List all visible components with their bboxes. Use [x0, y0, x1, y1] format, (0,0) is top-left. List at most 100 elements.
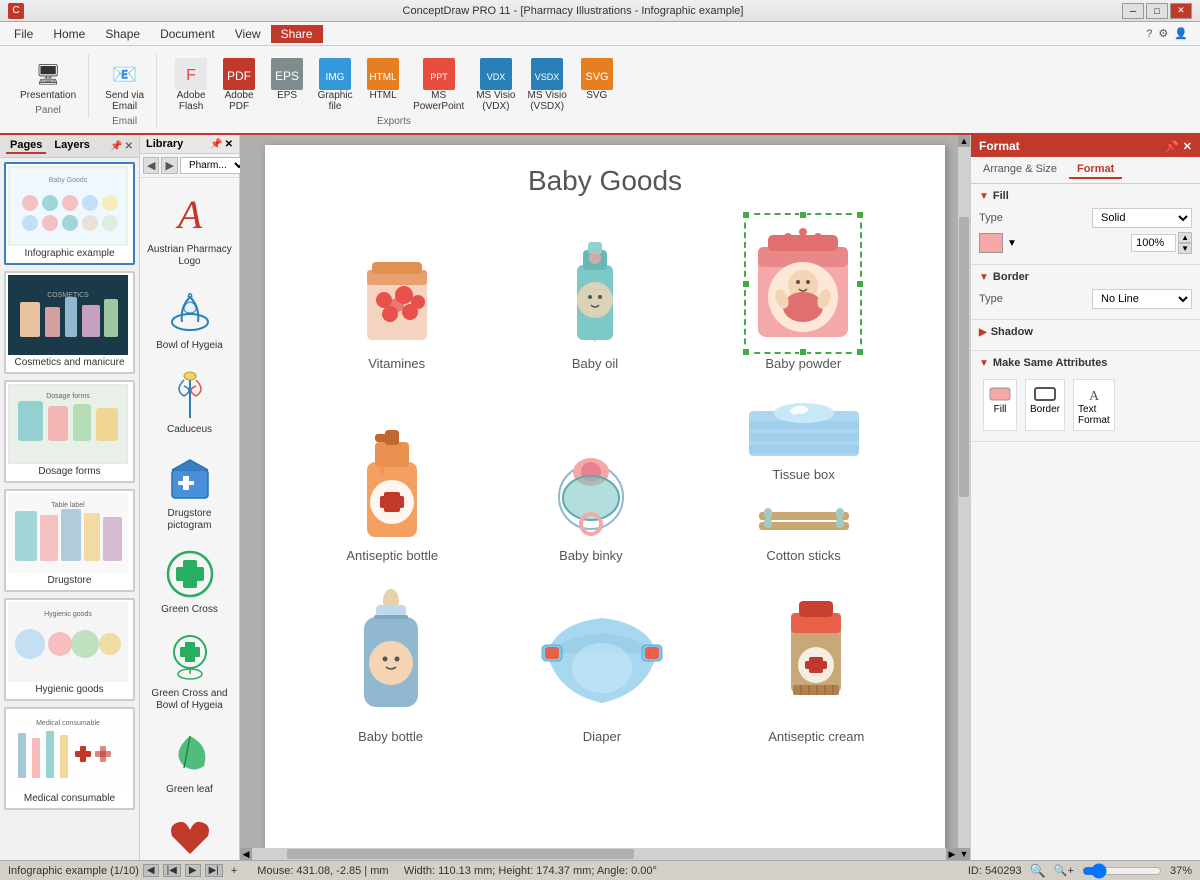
page-thumb-img-medical: Medical consumable	[8, 711, 128, 791]
ribbon-btn-ms-visio-vdx[interactable]: VDX MS Visio(VDX)	[472, 56, 519, 114]
panel-group-label: Panel	[35, 105, 61, 116]
fill-section-header[interactable]: ▼ Fill	[979, 190, 1192, 202]
ribbon-btn-adobe-flash[interactable]: F AdobeFlash	[169, 56, 213, 114]
panel-pin-icon[interactable]: 📌	[110, 141, 122, 152]
svg-text:A: A	[174, 192, 202, 237]
page-thumb-infographic[interactable]: Baby Goods Infographic exampl	[4, 162, 135, 265]
fill-color-dropdown-icon[interactable]: ▼	[1007, 238, 1017, 249]
vitamines-label: Vitamines	[368, 356, 425, 371]
fill-opacity-control: ▲ ▼	[1131, 232, 1192, 254]
library-item-drugstore-pic[interactable]: Drugstore pictogram	[145, 446, 235, 534]
page-thumb-medical[interactable]: Medical consumable Medical consumable	[4, 707, 135, 810]
item-antiseptic-cream[interactable]: Antiseptic cream	[768, 593, 864, 744]
close-button[interactable]: ✕	[1170, 3, 1192, 19]
opacity-up-btn[interactable]: ▲	[1178, 232, 1192, 243]
ribbon-btn-graphic[interactable]: IMG Graphicfile	[313, 56, 357, 114]
border-type-row: Type No Line Solid Dashed	[979, 289, 1192, 309]
opacity-down-btn[interactable]: ▼	[1178, 243, 1192, 254]
menu-home[interactable]: Home	[43, 25, 95, 43]
baby-bottle-label: Baby bottle	[358, 729, 423, 744]
library-item-green-cross[interactable]: Green Cross	[145, 542, 235, 618]
menu-document[interactable]: Document	[150, 25, 225, 43]
ribbon-group-exports: F AdobeFlash PDF AdobePDF EPS EPS	[161, 54, 627, 129]
fill-opacity-input[interactable]	[1131, 234, 1176, 252]
email-group-label: Email	[112, 116, 137, 127]
library-dropdown[interactable]: Pharm...	[180, 157, 248, 174]
shadow-arrow-icon: ▶	[979, 327, 987, 338]
menu-shape[interactable]: Shape	[95, 25, 150, 43]
library-item-austrian[interactable]: A Austrian Pharmacy Logo	[145, 182, 235, 270]
make-same-fill-btn[interactable]: Fill	[983, 379, 1017, 431]
adobe-flash-icon: F	[175, 58, 207, 90]
item-diaper[interactable]: Diaper	[537, 603, 667, 744]
border-type-select[interactable]: No Line Solid Dashed	[1092, 289, 1192, 309]
make-same-border-label: Border	[1030, 404, 1060, 415]
ribbon-btn-html[interactable]: HTML HTML	[361, 56, 405, 103]
item-baby-binky[interactable]: Baby binky	[541, 442, 641, 563]
minimize-button[interactable]: ─	[1122, 3, 1144, 19]
ribbon-btn-send-email[interactable]: 📧 Send viaEmail	[101, 56, 148, 114]
ribbon-btn-presentation[interactable]: 🖥 Presentation	[16, 56, 80, 103]
make-same-section-header[interactable]: ▼ Make Same Attributes	[979, 357, 1192, 369]
item-baby-oil[interactable]: Baby oil	[555, 220, 635, 371]
page-thumb-hygienic[interactable]: Hygienic goods Hygienic goods	[4, 598, 135, 701]
panel-close-icon[interactable]: ✕	[125, 141, 133, 152]
item-antiseptic-bottle[interactable]: Antiseptic bottle	[346, 412, 438, 563]
fill-type-label: Type	[979, 212, 1003, 224]
help-icon[interactable]: ?	[1146, 28, 1152, 40]
library-close-icon[interactable]: ✕	[225, 139, 233, 150]
fill-color-row: ▼ ▲ ▼	[979, 232, 1192, 254]
page-thumb-drugstore[interactable]: Table label Drugstore	[4, 489, 135, 592]
item-baby-bottle[interactable]: Baby bottle	[346, 583, 436, 744]
menu-file[interactable]: File	[4, 25, 43, 43]
menu-view[interactable]: View	[225, 25, 271, 43]
green-cross-label: Green Cross	[161, 604, 218, 616]
item-tissue-box[interactable]: Tissue box	[744, 391, 864, 482]
library-item-green-cross-bowl[interactable]: Green Cross and Bowl of Hygeia	[145, 626, 235, 714]
border-section-header[interactable]: ▼ Border	[979, 271, 1192, 283]
make-same-text-btn[interactable]: A TextFormat	[1073, 379, 1115, 431]
canvas: Baby Goods	[265, 145, 945, 850]
library-item-heart[interactable]: Heart	[145, 806, 235, 860]
austrian-pharmacy-label: Austrian Pharmacy Logo	[147, 244, 233, 268]
ribbon-btn-adobe-pdf[interactable]: PDF AdobePDF	[217, 56, 261, 114]
library-item-green-leaf[interactable]: Green leaf	[145, 722, 235, 798]
library-forward-btn[interactable]: ▶	[161, 157, 177, 174]
settings-icon[interactable]: ⚙	[1158, 27, 1168, 40]
user-icon[interactable]: 👤	[1174, 27, 1188, 40]
menu-share[interactable]: Share	[271, 25, 323, 43]
tab-arrange-size[interactable]: Arrange & Size	[975, 161, 1065, 179]
ribbon-btn-svg[interactable]: SVG SVG	[575, 56, 619, 103]
baby-powder-label: Baby powder	[765, 356, 841, 371]
page-thumb-dosage[interactable]: Dosage forms Dosage forms	[4, 380, 135, 483]
make-same-section-label: Make Same Attributes	[993, 357, 1108, 369]
ribbon-btn-eps[interactable]: EPS EPS	[265, 56, 309, 103]
layers-tab[interactable]: Layers	[50, 138, 93, 154]
page-label-infographic: Infographic example	[8, 246, 131, 261]
ribbon-btn-ms-ppt[interactable]: PPT MSPowerPoint	[409, 56, 468, 114]
ribbon-btn-ms-visio-vsdx[interactable]: VSDX MS Visio(VSDX)	[524, 56, 571, 114]
format-tabs: Arrange & Size Format	[971, 157, 1200, 184]
shadow-section-header[interactable]: ▶ Shadow	[979, 326, 1192, 338]
item-vitamines[interactable]: Vitamines	[352, 240, 442, 371]
restore-button[interactable]: □	[1146, 3, 1168, 19]
tab-format[interactable]: Format	[1069, 161, 1122, 179]
item-cotton-sticks[interactable]: Cotton sticks	[749, 492, 859, 563]
library-back-btn[interactable]: ◀	[143, 157, 159, 174]
format-close-icon[interactable]: ✕	[1183, 140, 1192, 153]
library-item-caduceus[interactable]: Caduceus	[145, 362, 235, 438]
item-baby-powder[interactable]: Baby powder	[748, 217, 858, 371]
format-pin-icon[interactable]: 📌	[1165, 140, 1179, 153]
make-same-border-btn[interactable]: Border	[1025, 379, 1065, 431]
canvas-scroll[interactable]: Baby Goods	[240, 135, 970, 860]
send-email-icon: 📧	[109, 58, 141, 90]
page-thumb-cosmetics[interactable]: COSMETICS Cosmetics and manicure	[4, 271, 135, 374]
library-item-bowl[interactable]: Bowl of Hygeia	[145, 278, 235, 354]
fill-type-select[interactable]: Solid None Gradient	[1092, 208, 1192, 228]
fill-color-box[interactable]	[979, 233, 1003, 253]
pages-tab[interactable]: Pages	[6, 138, 46, 154]
library-pin-icon[interactable]: 📌	[210, 139, 222, 150]
green-leaf-icon	[160, 724, 220, 784]
svg-text:Medical consumable: Medical consumable	[36, 720, 100, 727]
library-panel: Library 📌 ✕ ◀ ▶ Pharm... A Austrian Phar…	[140, 135, 240, 860]
